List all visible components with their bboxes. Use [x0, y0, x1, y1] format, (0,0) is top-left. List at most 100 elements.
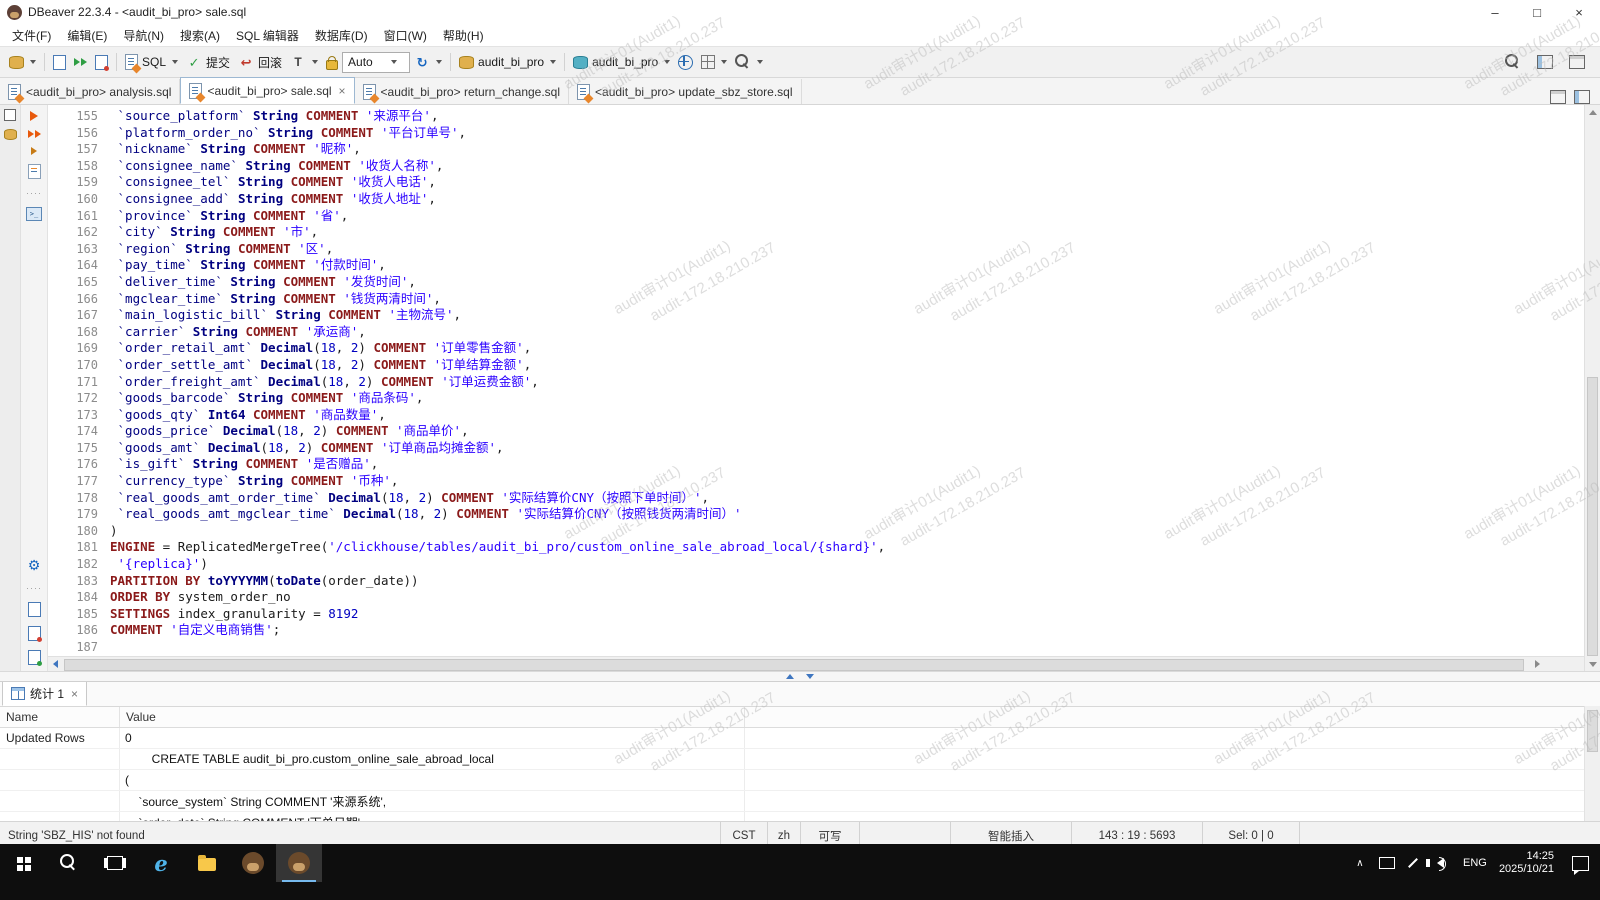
code-line[interactable]: 182 '{replica}')	[48, 556, 1584, 573]
horizontal-scrollbar[interactable]	[48, 656, 1584, 671]
internet-explorer-button[interactable]: e	[138, 844, 184, 882]
execute-script-icon[interactable]	[28, 130, 41, 138]
search-button[interactable]	[1501, 52, 1525, 72]
transaction-log-button[interactable]: T	[286, 52, 322, 72]
explain-plan-icon[interactable]	[28, 164, 41, 179]
code-line[interactable]: 186COMMENT '自定义电商销售';	[48, 622, 1584, 639]
filter-button[interactable]	[731, 52, 767, 72]
run-button[interactable]	[70, 56, 91, 68]
code-line[interactable]: 178 `real_goods_amt_order_time` Decimal(…	[48, 490, 1584, 507]
scroll-down-icon[interactable]	[1585, 657, 1600, 671]
menu-item-window[interactable]: 窗口(W)	[376, 25, 435, 46]
scroll-left-icon[interactable]	[48, 657, 62, 671]
scroll-up-icon[interactable]	[1585, 105, 1600, 119]
language-indicator[interactable]: ENG	[1457, 844, 1493, 882]
action-center-button[interactable]	[1560, 844, 1600, 882]
scroll-right-icon[interactable]	[1530, 657, 1544, 671]
network-button[interactable]	[674, 53, 697, 72]
task-view-button[interactable]	[92, 844, 138, 882]
code-line[interactable]: 187	[48, 639, 1584, 656]
menu-item-search[interactable]: 搜索(A)	[172, 25, 228, 46]
code-line[interactable]: 172 `goods_barcode` String COMMENT '商品条码…	[48, 390, 1584, 407]
code-line[interactable]: 167 `main_logistic_bill` String COMMENT …	[48, 307, 1584, 324]
lock-button[interactable]	[322, 53, 342, 72]
column-header-value[interactable]: Value	[120, 707, 745, 727]
tray-pen-button[interactable]	[1401, 844, 1425, 882]
column-header-name[interactable]: Name	[0, 707, 120, 727]
code-line[interactable]: 157 `nickname` String COMMENT '昵称',	[48, 141, 1584, 158]
vertical-scrollbar[interactable]	[1584, 105, 1600, 671]
code-line[interactable]: 185SETTINGS index_granularity = 8192	[48, 606, 1584, 623]
code-line[interactable]: 155 `source_platform` String COMMENT '来源…	[48, 108, 1584, 125]
code-line[interactable]: 159 `consignee_tel` String COMMENT '收货人电…	[48, 174, 1584, 191]
restore-view-icon[interactable]	[4, 109, 16, 121]
dbeaver-taskbar-button[interactable]	[230, 844, 276, 882]
table-row[interactable]: `source_system` String COMMENT '来源系统',	[0, 791, 1600, 812]
code-line[interactable]: 164 `pay_time` String COMMENT '付款时间',	[48, 257, 1584, 274]
tab-return-change-sql[interactable]: <audit_bi_pro> return_change.sql	[355, 79, 569, 104]
schema-select[interactable]: audit_bi_pro	[569, 53, 674, 71]
code-line[interactable]: 161 `province` String COMMENT '省',	[48, 208, 1584, 225]
close-button[interactable]: ×	[1558, 0, 1600, 24]
code-line[interactable]: 170 `order_settle_amt` Decimal(18, 2) CO…	[48, 357, 1584, 374]
sql-editor-button[interactable]: SQL	[121, 52, 182, 72]
menu-item-navigate[interactable]: 导航(N)	[115, 25, 172, 46]
tray-volume-button[interactable]	[1425, 844, 1457, 882]
tab-analysis-sql[interactable]: <audit_bi_pro> analysis.sql	[0, 79, 180, 104]
taskbar-clock[interactable]: 14:25 2025/10/21	[1493, 850, 1560, 876]
save-file-icon[interactable]	[28, 626, 41, 641]
code-line[interactable]: 175 `goods_amt` Decimal(18, 2) COMMENT '…	[48, 440, 1584, 457]
tab-update-sbz-store-sql[interactable]: <audit_bi_pro> update_sbz_store.sql	[569, 79, 801, 104]
panel-scroll-thumb[interactable]	[1587, 710, 1598, 752]
panel-sash[interactable]	[0, 671, 1600, 682]
refresh-file-icon[interactable]	[28, 650, 41, 665]
code-line[interactable]: 184ORDER BY system_order_no	[48, 589, 1584, 606]
taskbar-search-button[interactable]	[46, 844, 92, 882]
grid-options-button[interactable]	[697, 53, 731, 71]
table-row[interactable]: Updated Rows0	[0, 728, 1600, 749]
vscroll-thumb[interactable]	[1587, 377, 1598, 656]
table-row[interactable]: `order_date` String COMMENT '下单日期',	[0, 812, 1600, 821]
new-connection-button[interactable]	[5, 54, 40, 71]
history-button[interactable]: ↻	[410, 52, 446, 72]
panel-scrollbar[interactable]	[1584, 706, 1600, 821]
code-line[interactable]: 183PARTITION BY toYYYYMM(toDate(order_da…	[48, 573, 1584, 590]
stop-button[interactable]	[91, 53, 112, 72]
tray-expand-button[interactable]: ∧	[1347, 844, 1373, 882]
code-line[interactable]: 158 `consignee_name` String COMMENT '收货人…	[48, 158, 1584, 175]
maximize-button[interactable]: □	[1516, 0, 1558, 24]
open-file-icon[interactable]	[28, 602, 41, 617]
maximize-panel-icon[interactable]	[1574, 90, 1590, 104]
maximize-editor-button[interactable]	[1565, 53, 1589, 71]
tab-statistics[interactable]: 统计 1 ×	[2, 682, 87, 706]
code-line[interactable]: 169 `order_retail_amt` Decimal(18, 2) CO…	[48, 340, 1584, 357]
code-line[interactable]: 171 `order_freight_amt` Decimal(18, 2) C…	[48, 374, 1584, 391]
code-line[interactable]: 179 `real_goods_amt_mgclear_time` Decima…	[48, 506, 1584, 523]
code-line[interactable]: 166 `mgclear_time` String COMMENT '钱货两清时…	[48, 291, 1584, 308]
menu-item-sql-editor[interactable]: SQL 编辑器	[228, 25, 307, 46]
rollback-button[interactable]: ↩ 回滚	[234, 52, 286, 73]
menu-item-help[interactable]: 帮助(H)	[435, 25, 492, 46]
tray-display-button[interactable]	[1373, 844, 1401, 882]
code-line[interactable]: 168 `carrier` String COMMENT '承运商',	[48, 324, 1584, 341]
start-button[interactable]	[0, 844, 46, 882]
code-line[interactable]: 163 `region` String COMMENT '区',	[48, 241, 1584, 258]
code-line[interactable]: 173 `goods_qty` Int64 COMMENT '商品数量',	[48, 407, 1584, 424]
toggle-views-button[interactable]	[1533, 53, 1557, 71]
save-button[interactable]	[49, 53, 70, 72]
txn-mode-select[interactable]: Auto	[342, 52, 410, 73]
menu-item-edit[interactable]: 编辑(E)	[59, 25, 115, 46]
connection-select[interactable]: audit_bi_pro	[455, 53, 560, 71]
minimize-panel-icon[interactable]	[1550, 90, 1566, 104]
code-line[interactable]: 160 `consignee_add` String COMMENT '收货人地…	[48, 191, 1584, 208]
table-row[interactable]: (	[0, 770, 1600, 791]
menu-item-file[interactable]: 文件(F)	[4, 25, 59, 46]
minimize-button[interactable]: –	[1474, 0, 1516, 24]
sash-down-icon[interactable]	[806, 674, 814, 679]
code-line[interactable]: 156 `platform_order_no` String COMMENT '…	[48, 125, 1584, 142]
panel-tab-close-icon[interactable]: ×	[69, 687, 78, 701]
table-row[interactable]: CREATE TABLE audit_bi_pro.custom_online_…	[0, 749, 1600, 770]
file-explorer-button[interactable]	[184, 844, 230, 882]
sql-editor[interactable]: 155 `source_platform` String COMMENT '来源…	[48, 105, 1584, 671]
hscroll-thumb[interactable]	[64, 659, 1524, 671]
